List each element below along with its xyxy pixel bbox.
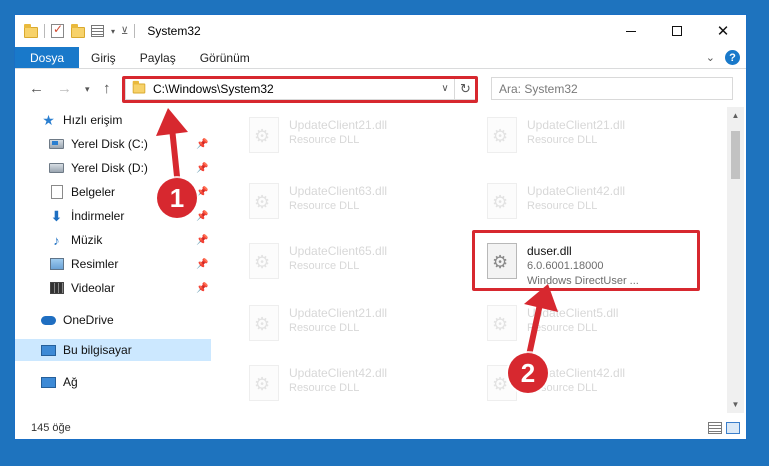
arrow-2-shaft <box>525 301 543 363</box>
step-badge-1: 1 <box>157 178 197 218</box>
step-badge-2: 2 <box>508 353 548 393</box>
arrow-1-head <box>156 108 188 136</box>
annotation-arrows <box>156 108 558 363</box>
arrow-2-head <box>524 284 558 312</box>
